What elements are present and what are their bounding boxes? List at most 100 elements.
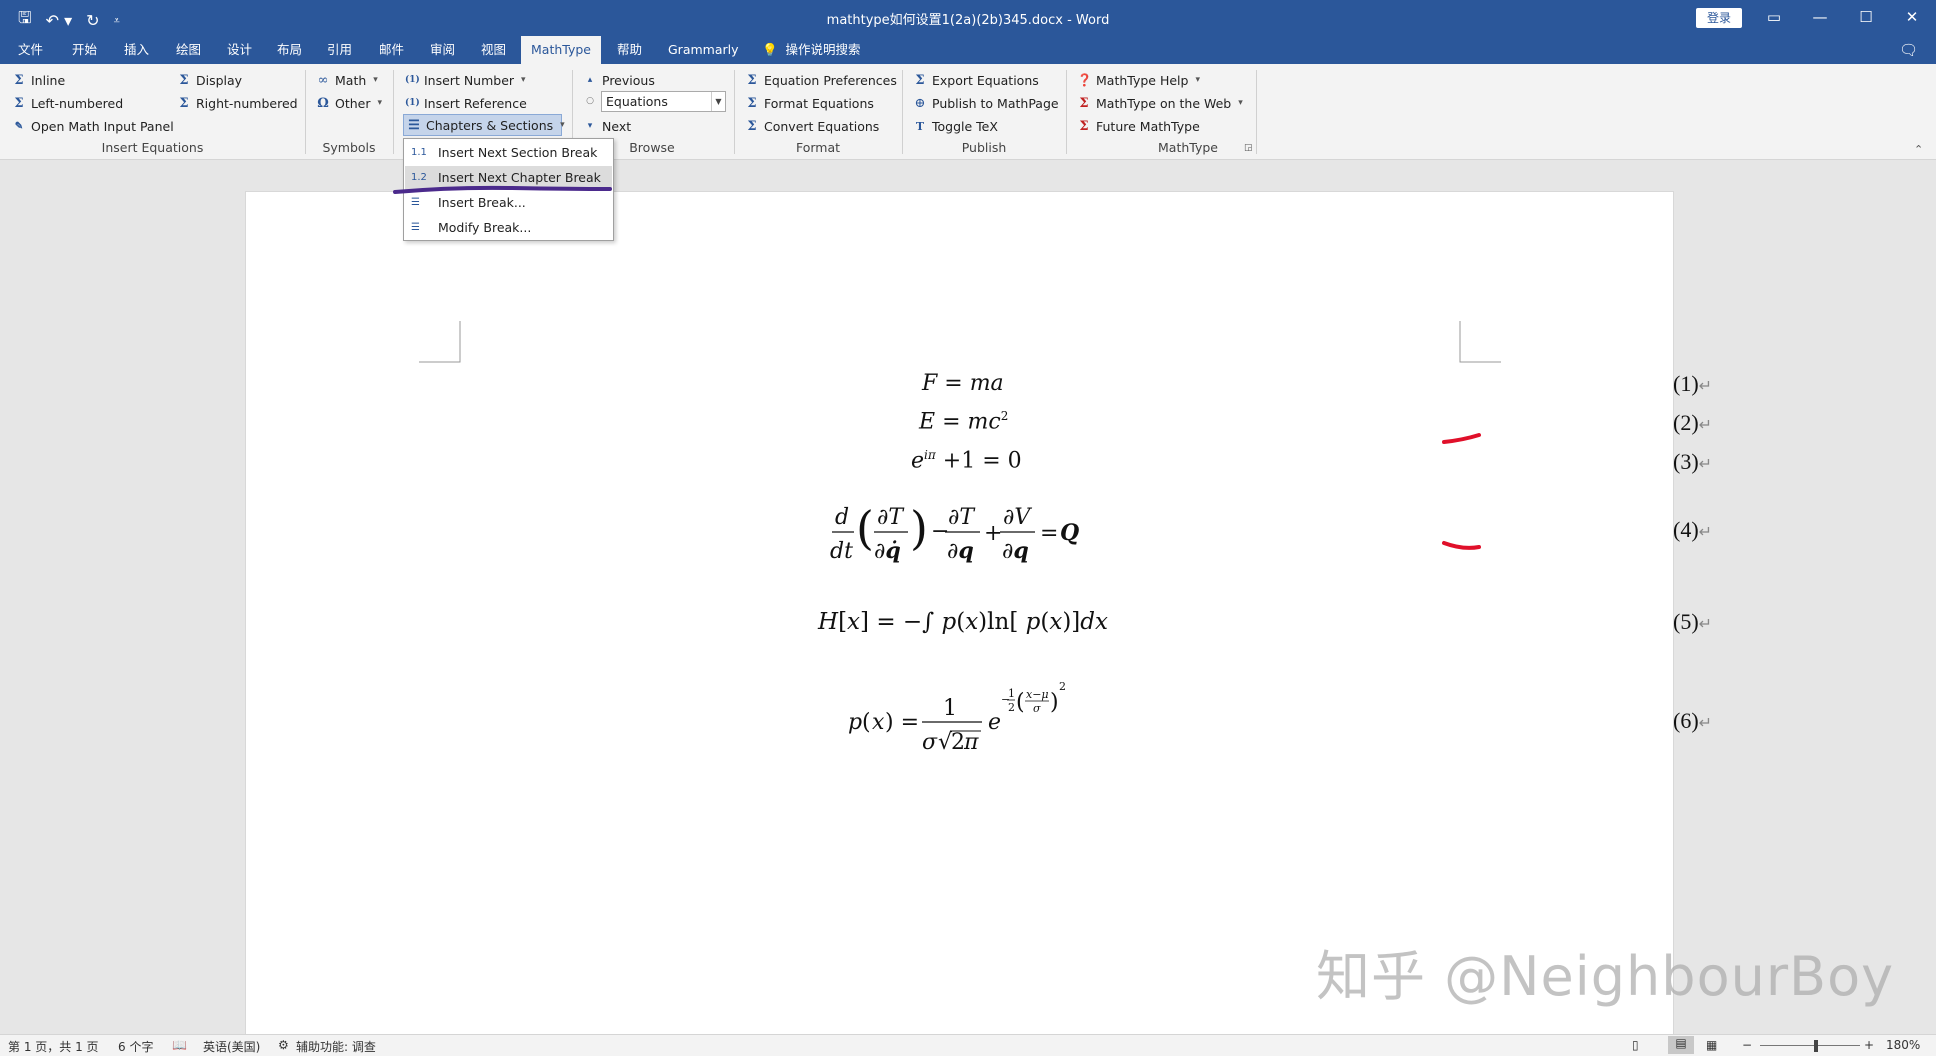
open-math-input-panel-button[interactable]: ✎ Open Math Input Panel	[12, 116, 174, 136]
zoom-slider-thumb[interactable]	[1814, 1040, 1818, 1052]
comments-icon[interactable]: 🗨	[1899, 41, 1918, 59]
tab-grammarly[interactable]: Grammarly	[658, 36, 749, 64]
equation-2[interactable]: E = mc2	[919, 409, 1008, 434]
tab-mathtype[interactable]: MathType	[521, 36, 601, 64]
web-layout-icon[interactable]: ▦	[1706, 1038, 1717, 1052]
publish-mathpage-button[interactable]: ⊕ Publish to MathPage	[913, 93, 1059, 113]
zoom-in-icon[interactable]: +	[1864, 1038, 1874, 1052]
collapse-ribbon-icon[interactable]: ⌃	[1914, 143, 1923, 156]
sigma-export-icon: Σ	[915, 72, 925, 88]
group-label-symbols: Symbols	[322, 140, 376, 155]
minimize-icon[interactable]: —	[1800, 4, 1840, 30]
svg-text:∂T: ∂T	[948, 505, 976, 530]
window-title: mathtype如何设置1(2a)(2b)345.docx - Word	[826, 13, 1110, 28]
purple-underline-annotation	[393, 185, 612, 194]
export-equations-button[interactable]: Σ Export Equations	[913, 70, 1038, 90]
language-indicator[interactable]: 英语(美国)	[203, 1038, 260, 1055]
browse-radio[interactable]: ○	[583, 91, 597, 111]
zoom-out-icon[interactable]: −	[1742, 1038, 1752, 1052]
accessibility-icon: ⚙	[278, 1038, 289, 1052]
tab-mailings[interactable]: 邮件	[369, 36, 414, 64]
other-symbols-button[interactable]: Ω Other ▾	[316, 93, 382, 113]
page-count[interactable]: 第 1 页，共 1 页	[8, 1038, 99, 1055]
modify-break-item[interactable]: ☰ Modify Break...	[405, 216, 612, 240]
mathtype-help-button[interactable]: ❓ MathType Help ▾	[1077, 70, 1200, 90]
equation-6[interactable]: p(x) = 1 σ √ 2π e − 12 ( x−μσ ) 2	[846, 681, 1106, 761]
word-count[interactable]: 6 个字	[118, 1038, 153, 1055]
tab-review[interactable]: 审阅	[420, 36, 465, 64]
convert-equations-label: Convert Equations	[764, 118, 880, 134]
down-arrow-icon: ▾	[587, 121, 593, 131]
tab-home[interactable]: 开始	[62, 36, 107, 64]
display-button[interactable]: Σ Display	[177, 70, 242, 90]
globe-icon: ⊕	[914, 95, 926, 111]
read-mode-icon[interactable]: ▯	[1632, 1038, 1639, 1052]
document-page[interactable]: F = ma (1)↵ E = mc2 (2)↵ eiπ +1 = 0 (3)↵…	[245, 191, 1712, 1036]
return-mark-icon: ↵	[1698, 417, 1713, 434]
right-numbered-button[interactable]: Σ Right-numbered	[177, 93, 297, 113]
toggle-tex-button[interactable]: T Toggle TeX	[913, 116, 998, 136]
ribbon-tabs: 文件 开始 插入 绘图 设计 布局 引用 邮件 审阅 视图 MathType 帮…	[0, 36, 1936, 64]
equation-preferences-button[interactable]: Σ Equation Preferences	[745, 70, 896, 90]
previous-button[interactable]: ▴ Previous	[583, 70, 655, 90]
sigma-icon: Σ	[179, 72, 189, 88]
zoom-level[interactable]: 180%	[1886, 1038, 1920, 1052]
chevron-down-icon[interactable]: ▼	[711, 92, 725, 111]
menu-item-label: Insert Break...	[438, 195, 526, 210]
future-mathtype-button[interactable]: Σ Future MathType	[1077, 116, 1199, 136]
equation-number-4: (4)↵	[1673, 517, 1713, 542]
equation-3[interactable]: eiπ +1 = 0	[911, 448, 1022, 473]
sigma-icon: Σ	[14, 95, 24, 111]
equation-4[interactable]: ddt ( ∂T∂q̇ ) − ∂T∂q + ∂V∂q = Q	[830, 498, 1150, 568]
mathtype-web-button[interactable]: Σ MathType on the Web ▾	[1077, 93, 1242, 113]
menu-item-label: Modify Break...	[438, 220, 532, 235]
math-input-icon: ✎	[14, 120, 24, 132]
svg-text:σ: σ	[1033, 702, 1041, 715]
format-equations-button[interactable]: Σ Format Equations	[745, 93, 874, 113]
zoom-slider[interactable]	[1760, 1045, 1860, 1046]
ribbon-display-options-icon[interactable]: ▭	[1754, 4, 1794, 30]
dialog-launcher-icon[interactable]: ◲	[1244, 143, 1253, 153]
left-numbered-button[interactable]: Σ Left-numbered	[12, 93, 123, 113]
print-layout-icon[interactable]: ▤	[1668, 1036, 1694, 1054]
chapters-sections-button[interactable]: ☰ Chapters & Sections ▾	[407, 115, 565, 135]
math-symbols-button[interactable]: ∞ Math ▾	[316, 70, 378, 90]
chevron-down-icon: ▾	[560, 120, 565, 130]
sigma-gear-icon: Σ	[747, 72, 757, 88]
format-equations-label: Format Equations	[764, 95, 874, 111]
equation-1[interactable]: F = ma	[922, 371, 1004, 396]
insert-number-button[interactable]: (1) Insert Number ▾	[405, 70, 526, 90]
lightbulb-icon: 💡	[762, 42, 778, 57]
insert-reference-button[interactable]: (1) Insert Reference	[405, 93, 527, 113]
section-break-icon: 1.1	[411, 147, 427, 158]
tab-file[interactable]: 文件	[8, 36, 53, 64]
inline-button[interactable]: Σ Inline	[12, 70, 65, 90]
radio-icon: ○	[586, 96, 594, 106]
accessibility-status[interactable]: 辅助功能: 调查	[296, 1038, 376, 1055]
group-label-mathtype: MathType	[1158, 140, 1218, 155]
open-panel-label: Open Math Input Panel	[31, 118, 174, 134]
convert-equations-button[interactable]: Σ Convert Equations	[745, 116, 879, 136]
svg-text:(: (	[862, 710, 871, 735]
tab-view[interactable]: 视图	[471, 36, 516, 64]
tab-insert[interactable]: 插入	[114, 36, 159, 64]
tab-references[interactable]: 引用	[317, 36, 362, 64]
login-button[interactable]: 登录	[1696, 8, 1742, 28]
browse-type-select[interactable]: Equations ▼	[601, 91, 726, 112]
tab-help[interactable]: 帮助	[607, 36, 652, 64]
equation-number-2: (2)↵	[1673, 410, 1713, 435]
tab-draw[interactable]: 绘图	[166, 36, 211, 64]
tell-me-search[interactable]: 💡 操作说明搜索	[752, 36, 871, 64]
web-icon: Σ	[1079, 95, 1089, 111]
next-button[interactable]: ▾ Next	[583, 116, 631, 136]
maximize-icon[interactable]: ☐	[1846, 4, 1886, 30]
watermark: 知乎 @NeighbourBoy	[1316, 945, 1895, 1008]
equation-5[interactable]: H[x] = −∫ p(x)ln[ p(x)]dx	[818, 609, 1108, 635]
proofing-icon[interactable]: 📖	[172, 1038, 187, 1052]
svg-text:2: 2	[1008, 701, 1015, 714]
insert-next-section-break-item[interactable]: 1.1 Insert Next Section Break	[405, 141, 612, 165]
group-separator	[393, 70, 394, 154]
close-icon[interactable]: ✕	[1892, 4, 1932, 30]
tab-layout[interactable]: 布局	[267, 36, 312, 64]
tab-design[interactable]: 设计	[217, 36, 262, 64]
